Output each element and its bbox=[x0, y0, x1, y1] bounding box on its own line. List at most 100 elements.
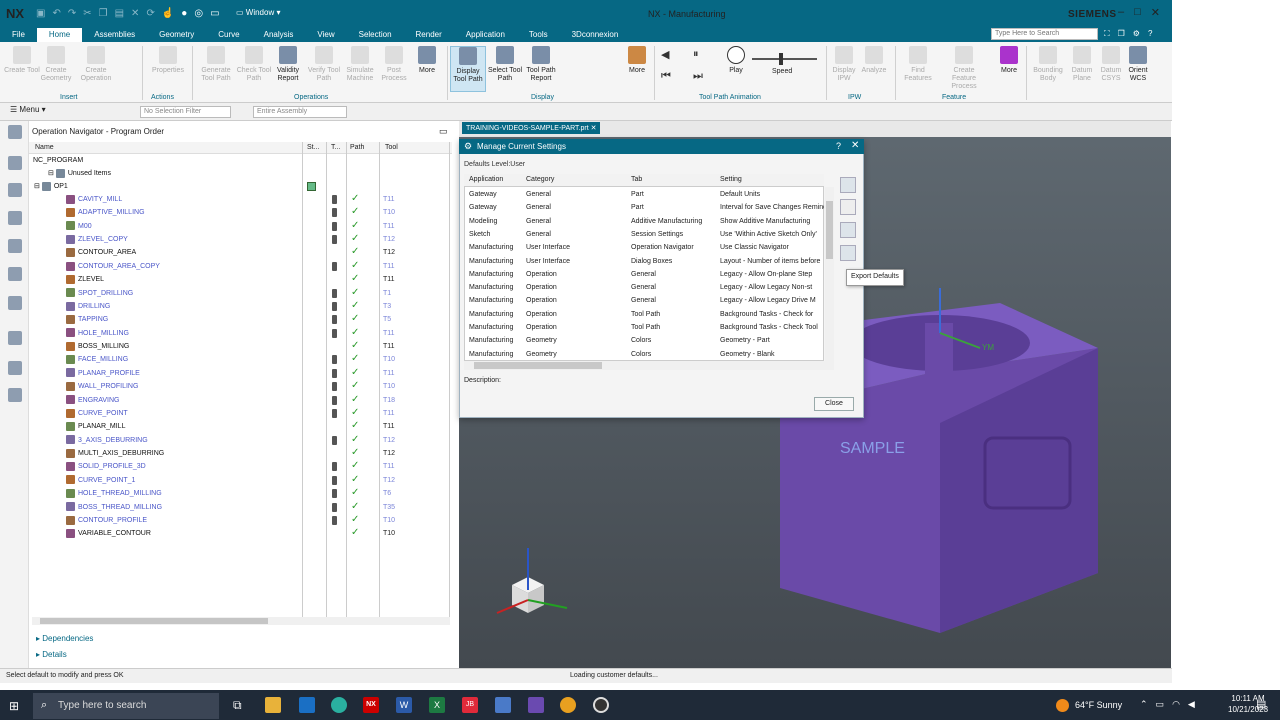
check-tool-path-button[interactable]: Check Tool Path bbox=[236, 46, 272, 83]
tab-assemblies[interactable]: Assemblies bbox=[82, 28, 147, 42]
report-defaults-icon[interactable] bbox=[840, 222, 856, 238]
nx-taskbar-icon[interactable]: NX bbox=[363, 697, 379, 713]
redo-icon[interactable]: ↷ bbox=[68, 8, 76, 19]
validity-report-button[interactable]: Validity Report bbox=[270, 46, 306, 83]
roles-icon[interactable] bbox=[8, 388, 22, 402]
settings-row[interactable]: Gateway General Part Default Units bbox=[464, 188, 824, 201]
tool-path-report-button[interactable]: Tool Path Report bbox=[523, 46, 559, 83]
navigator-operation-row[interactable]: PLANAR_MILL ✓ T11 bbox=[29, 420, 450, 433]
navigator-operation-row[interactable]: ADAPTIVE_MILLING ✓ T10 bbox=[29, 206, 450, 219]
col-name[interactable]: Name bbox=[35, 144, 54, 151]
tab-render[interactable]: Render bbox=[404, 28, 454, 42]
group-actions[interactable]: Actions bbox=[151, 94, 174, 101]
tray-chevron-icon[interactable]: ⌃ bbox=[1140, 699, 1148, 710]
col-application[interactable]: Application bbox=[469, 176, 503, 183]
microphone-icon[interactable]: ● bbox=[181, 8, 187, 19]
volume-icon[interactable]: ◀ bbox=[1188, 699, 1195, 710]
speed-slider-handle[interactable] bbox=[779, 53, 783, 65]
dependencies-section[interactable]: ▸ Dependencies bbox=[36, 634, 93, 643]
col-category[interactable]: Category bbox=[526, 176, 554, 183]
more-display-button[interactable]: More bbox=[619, 46, 655, 75]
create-geometry-button[interactable]: Create Geometry bbox=[38, 46, 74, 83]
restore-icon[interactable]: ❐ bbox=[1118, 29, 1125, 39]
more-operations-button[interactable]: More bbox=[409, 46, 445, 75]
navigator-operation-row[interactable]: SPOT_DRILLING ✓ T1 bbox=[29, 287, 450, 300]
wifi-icon[interactable]: ◠ bbox=[1172, 699, 1180, 710]
settings-row[interactable]: Manufacturing Operation General Legacy - Al… bbox=[464, 281, 824, 294]
tab-application[interactable]: Application bbox=[454, 28, 517, 42]
navigator-operation-row[interactable]: M00 ✓ T11 bbox=[29, 220, 450, 233]
settings-icon[interactable] bbox=[8, 125, 22, 139]
touch-icon[interactable]: ☝ bbox=[162, 8, 174, 19]
settings-row[interactable]: Modeling General Additive Manufacturing Sho… bbox=[464, 215, 824, 228]
tree-root[interactable]: NC_PROGRAM bbox=[29, 154, 450, 167]
navigator-operation-row[interactable]: DRILLING ✓ T3 bbox=[29, 300, 450, 313]
col-path[interactable]: Path bbox=[350, 144, 364, 151]
post-process-button[interactable]: Post Process bbox=[376, 46, 412, 83]
group-tool-path-animation[interactable]: Tool Path Animation bbox=[699, 94, 761, 101]
more-feature-button[interactable]: More bbox=[991, 46, 1027, 75]
copy-icon[interactable]: ❐ bbox=[99, 8, 108, 19]
verify-tool-path-button[interactable]: Verify Tool Path bbox=[306, 46, 342, 83]
excel-icon[interactable]: X bbox=[429, 697, 445, 713]
tab-analysis[interactable]: Analysis bbox=[252, 28, 306, 42]
settings-row[interactable]: Gateway General Part Interval for Save Chan… bbox=[464, 201, 824, 214]
network-icon[interactable]: ▭ bbox=[1156, 699, 1165, 710]
dialog-close-button[interactable]: ✕ bbox=[851, 140, 859, 151]
navigator-operation-row[interactable]: ENGRAVING ✓ T18 bbox=[29, 394, 450, 407]
weather-widget[interactable]: 64°F Sunny bbox=[1075, 700, 1122, 710]
settings-scroll-thumb[interactable] bbox=[826, 201, 833, 259]
navigator-operation-row[interactable]: BOSS_THREAD_MILLING ✓ T35 bbox=[29, 501, 450, 514]
assembly-scope-dropdown[interactable]: Entire Assembly bbox=[253, 106, 347, 118]
windows-start-icon[interactable]: ⊞ bbox=[9, 699, 19, 713]
pause-icon[interactable]: ⏸ bbox=[693, 48, 699, 61]
settings-vertical-scrollbar[interactable] bbox=[825, 187, 834, 361]
history-icon[interactable] bbox=[8, 331, 22, 345]
document-tab[interactable]: TRAINING-VIDEOS-SAMPLE-PART.prt ✕ bbox=[462, 122, 601, 134]
navigator-operation-row[interactable]: CONTOUR_AREA_COPY ✓ T11 bbox=[29, 260, 450, 273]
tab-view[interactable]: View bbox=[305, 28, 346, 42]
navigator-operation-row[interactable]: ZLEVEL ✓ T11 bbox=[29, 273, 450, 286]
minimize-button[interactable]: – bbox=[1118, 6, 1124, 19]
delete-default-icon[interactable] bbox=[840, 199, 856, 215]
export-defaults-icon[interactable] bbox=[840, 245, 856, 261]
taskbar-search-input[interactable]: Type here to search bbox=[33, 693, 219, 719]
paste-icon[interactable]: ▤ bbox=[115, 8, 124, 19]
window-menu[interactable]: ▭ Window ▾ bbox=[236, 8, 280, 17]
import-defaults-icon[interactable] bbox=[840, 177, 856, 193]
orient-wcs-button[interactable]: Orient WCS bbox=[1120, 46, 1156, 83]
display-tool-path-button[interactable]: Display Tool Path bbox=[450, 46, 486, 92]
menu-button[interactable]: ☰ Menu ▾ bbox=[10, 105, 46, 114]
maps-icon[interactable] bbox=[495, 697, 511, 713]
task-view-icon[interactable]: ⧉ bbox=[233, 698, 242, 713]
settings-icon[interactable]: ⚙ bbox=[1133, 29, 1140, 39]
navigator-operation-row[interactable]: MULTI_AXIS_DEBURRING ✓ T12 bbox=[29, 447, 450, 460]
navigator-operation-row[interactable]: HOLE_THREAD_MILLING ✓ T6 bbox=[29, 487, 450, 500]
settings-row[interactable]: Manufacturing Operation General Legacy - Al… bbox=[464, 268, 824, 281]
simulate-machine-button[interactable]: Simulate Machine bbox=[342, 46, 378, 83]
view-triad[interactable] bbox=[492, 545, 582, 620]
navigator-operation-row[interactable]: CONTOUR_AREA ✓ T12 bbox=[29, 246, 450, 259]
settings-row[interactable]: Manufacturing User Interface Operation Nav… bbox=[464, 241, 824, 254]
col-setting[interactable]: Setting bbox=[720, 176, 742, 183]
teams-icon[interactable] bbox=[528, 697, 544, 713]
play-button[interactable]: Play bbox=[718, 46, 754, 75]
navigator-operation-row[interactable]: VARIABLE_CONTOUR ✓ T10 bbox=[29, 527, 450, 540]
create-operation-button[interactable]: Create Operation bbox=[78, 46, 114, 83]
navigator-operation-row[interactable]: CURVE_POINT ✓ T11 bbox=[29, 407, 450, 420]
navigator-operation-row[interactable]: CAVITY_MILL ✓ T11 bbox=[29, 193, 450, 206]
fast-forward-icon[interactable]: ⏭ bbox=[693, 70, 703, 83]
settings-row[interactable]: Manufacturing Operation Tool Path Backgroun… bbox=[464, 308, 824, 321]
find-features-button[interactable]: Find Features bbox=[900, 46, 936, 83]
group-operations[interactable]: Operations bbox=[294, 94, 328, 101]
create-tool-button[interactable]: Create Tool bbox=[4, 46, 40, 75]
machine-tool-navigator-icon[interactable] bbox=[8, 239, 22, 253]
navigator-operation-row[interactable]: ZLEVEL_COPY ✓ T12 bbox=[29, 233, 450, 246]
fullscreen-icon[interactable]: ⛶ bbox=[1104, 29, 1110, 39]
settings-row[interactable]: Manufacturing Operation Tool Path Backgroun… bbox=[464, 321, 824, 334]
create-feature-process-button[interactable]: Create Feature Process bbox=[942, 46, 986, 91]
col-tab[interactable]: Tab bbox=[631, 176, 642, 183]
col-status[interactable]: St... bbox=[307, 144, 319, 151]
file-explorer-icon[interactable] bbox=[265, 697, 281, 713]
rewind-icon[interactable]: ⏮ bbox=[661, 70, 671, 83]
